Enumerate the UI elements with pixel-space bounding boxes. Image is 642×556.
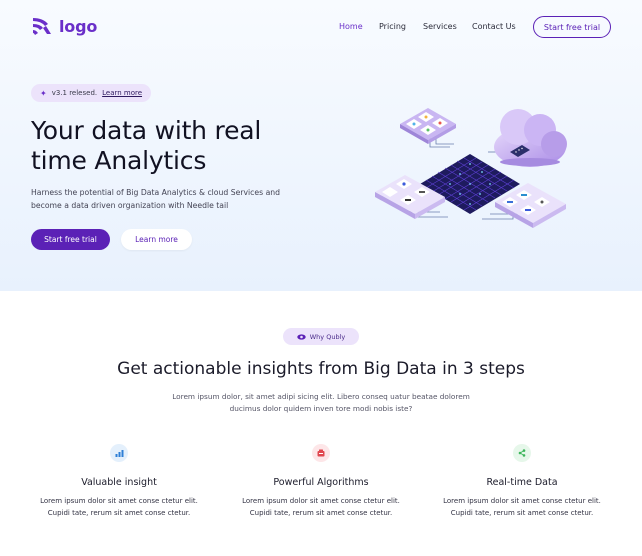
logo-text: logo [59, 16, 98, 36]
logo-icon [33, 18, 51, 35]
section-description-line-2: ducimus dolor quidem inven tore modi nob… [229, 404, 413, 413]
hero-start-free-trial-button[interactable]: Start free trial [31, 229, 110, 250]
algorithm-icon [312, 444, 330, 462]
feature-real-time-data: Real-time Data Lorem ipsum dolor sit ame… [432, 444, 612, 519]
feature-description-line-2: Cupidi tate, rerum sit amet conse ctetur… [249, 509, 393, 517]
feature-powerful-algorithms: Powerful Algorithms Lorem ipsum dolor si… [231, 444, 411, 519]
feature-description: Lorem ipsum dolor sit amet conse ctetur … [29, 495, 209, 519]
feature-description-line-2: Cupidi tate, rerum sit amet conse ctetur… [47, 509, 191, 517]
header-start-free-trial-button[interactable]: Start free trial [533, 16, 611, 38]
feature-valuable-insight: Valuable insight Lorem ipsum dolor sit a… [29, 444, 209, 519]
release-badge: ✦ v3.1 relesed. Learn more [31, 84, 151, 102]
hero-description-line-1: Harness the potential of Big Data Analyt… [31, 188, 281, 197]
feature-title: Valuable insight [81, 477, 157, 488]
section-title: Get actionable insights from Big Data in… [117, 359, 525, 379]
nav-services[interactable]: Services [423, 22, 457, 31]
data-platform-illustration [375, 108, 567, 228]
section-description: Lorem ipsum dolor, sit amet adipi sicing… [150, 391, 492, 415]
hero-description-line-2: become a data driven organization with N… [31, 201, 229, 210]
nav-pricing[interactable]: Pricing [379, 22, 406, 31]
feature-description-line-1: Lorem ipsum dolor sit amet conse ctetur … [443, 497, 601, 505]
hero-learn-more-button[interactable]: Learn more [121, 229, 192, 250]
feature-description-line-2: Cupidi tate, rerum sit amet conse ctetur… [450, 509, 594, 517]
hero-title: Your data with real time Analytics [31, 116, 331, 176]
feature-title: Powerful Algorithms [273, 477, 369, 488]
nav-home[interactable]: Home [339, 22, 363, 31]
feature-description: Lorem ipsum dolor sit amet conse ctetur … [231, 495, 411, 519]
why-qubly-label: Why Qubly [309, 332, 346, 341]
hero-description: Harness the potential of Big Data Analyt… [31, 186, 301, 212]
sparkle-icon: ✦ [40, 88, 47, 98]
logo[interactable]: logo [31, 16, 97, 36]
eye-icon [297, 333, 306, 340]
feature-title: Real-time Data [486, 477, 558, 488]
release-badge-text: v3.1 relesed. [51, 89, 98, 97]
hero-title-line-2: time Analytics [31, 146, 207, 175]
feature-description-line-1: Lorem ipsum dolor sit amet conse ctetur … [242, 497, 400, 505]
bar-chart-icon [110, 444, 128, 462]
release-learn-more-link[interactable]: Learn more [102, 89, 142, 97]
feature-description: Lorem ipsum dolor sit amet conse ctetur … [432, 495, 612, 519]
nav-contact-us[interactable]: Contact Us [472, 22, 516, 31]
why-qubly-pill: Why Qubly [283, 328, 359, 345]
feature-description-line-1: Lorem ipsum dolor sit amet conse ctetur … [40, 497, 198, 505]
hero-title-line-1: Your data with real [31, 116, 262, 145]
share-nodes-icon [513, 444, 531, 462]
section-description-line-1: Lorem ipsum dolor, sit amet adipi sicing… [172, 392, 470, 401]
